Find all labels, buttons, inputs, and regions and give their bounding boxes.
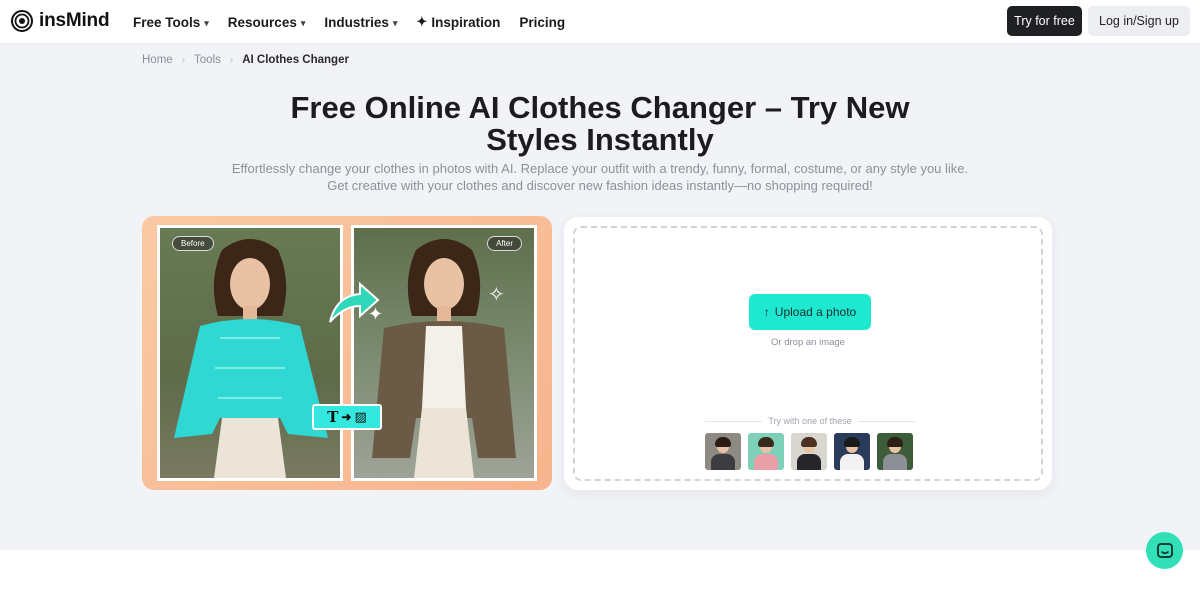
sample-image-3[interactable] <box>791 433 827 470</box>
chevron-down-icon: ▾ <box>204 17 209 28</box>
image-icon: ▨ <box>354 409 367 425</box>
top-navigation-bar: insMind Free Tools ▾ Resources ▾ Industr… <box>0 0 1200 44</box>
breadcrumb-tools[interactable]: Tools <box>194 54 221 66</box>
upload-button-label: Upload a photo <box>774 305 857 319</box>
chevron-down-icon: ▾ <box>300 17 306 28</box>
upload-arrow-icon: ↑ <box>763 305 770 319</box>
logo[interactable]: insMind <box>11 10 110 32</box>
chevron-down-icon: ▾ <box>392 17 398 28</box>
hero-section: Home › Tools › AI Clothes Changer Free O… <box>0 44 1200 550</box>
nav-label: Inspiration <box>431 14 501 30</box>
logo-spiral-icon <box>11 10 33 32</box>
nav-label: Industries <box>324 14 389 30</box>
after-woman-illustration <box>372 239 516 478</box>
nav-industries[interactable]: Industries ▾ <box>324 15 397 30</box>
before-after-showcase: Before After ✦ ✧ T ➜ ▨ <box>142 216 552 490</box>
nav-free-tools[interactable]: Free Tools ▾ <box>133 15 209 30</box>
try-for-free-button[interactable]: Try for free <box>1007 6 1082 36</box>
drop-hint: Or drop an image <box>771 337 845 348</box>
chevron-right-icon: › <box>181 54 186 66</box>
logo-text: insMind <box>39 10 110 31</box>
after-photo: After <box>351 225 537 481</box>
try-samples-label: Try with one of these <box>768 416 852 426</box>
upload-photo-button[interactable]: ↑ Upload a photo <box>749 294 871 330</box>
sparkle-icon: ✦ <box>368 304 384 324</box>
page-subtitle: Effortlessly change your clothes in phot… <box>231 161 969 193</box>
before-label: Before <box>172 236 214 251</box>
main-nav: Free Tools ▾ Resources ▾ Industries ▾ ✦ … <box>133 0 565 44</box>
nav-resources[interactable]: Resources ▾ <box>228 15 306 30</box>
login-signup-button[interactable]: Log in/Sign up <box>1088 6 1190 36</box>
chevron-right-icon: › <box>229 54 234 66</box>
page-title: Free Online AI Clothes Changer – Try New… <box>290 90 910 157</box>
breadcrumb: Home › Tools › AI Clothes Changer <box>142 54 349 66</box>
breadcrumb-home[interactable]: Home <box>142 54 173 66</box>
sparkle-icon: ✦ <box>416 14 428 29</box>
chat-icon <box>1156 542 1173 558</box>
text-t-icon: T <box>327 408 339 426</box>
nav-label: Pricing <box>519 14 566 30</box>
sample-images <box>705 433 913 470</box>
after-label: After <box>487 236 522 251</box>
divider-line <box>857 420 915 422</box>
arrow-right-icon: ➜ <box>341 410 352 424</box>
before-woman-illustration <box>174 239 328 478</box>
nav-pricing[interactable]: Pricing <box>519 15 565 30</box>
breadcrumb-current: AI Clothes Changer <box>242 54 349 66</box>
sample-image-5[interactable] <box>877 433 913 470</box>
image-dropzone[interactable]: ↑ Upload a photo Or drop an image Try wi… <box>573 226 1043 481</box>
nav-label: Free Tools <box>133 14 201 30</box>
before-photo: Before <box>157 225 343 481</box>
nav-inspiration[interactable]: ✦ Inspiration <box>416 14 500 30</box>
sample-image-1[interactable] <box>705 433 741 470</box>
nav-label: Resources <box>227 14 297 30</box>
sample-image-4[interactable] <box>834 433 870 470</box>
chat-support-button[interactable] <box>1146 532 1183 569</box>
text-to-image-badge: T ➜ ▨ <box>312 404 382 430</box>
sample-image-2[interactable] <box>748 433 784 470</box>
try-samples-divider: Try with one of these <box>705 416 915 426</box>
upload-card: ↑ Upload a photo Or drop an image Try wi… <box>564 217 1052 490</box>
sparkle-icon: ✧ <box>488 284 505 306</box>
divider-line <box>705 420 763 422</box>
